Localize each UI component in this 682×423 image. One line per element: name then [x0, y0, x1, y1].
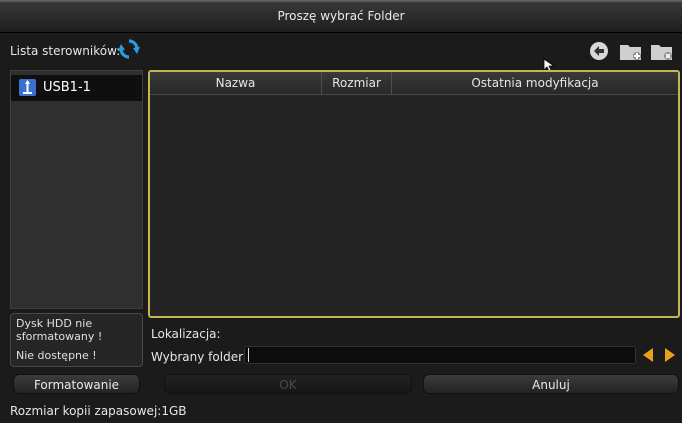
location-label: Lokalizacja: [151, 327, 221, 341]
dialog-title: Proszę wybrać Folder [277, 9, 405, 23]
refresh-icon[interactable] [118, 38, 140, 60]
status-text-line3: Nie dostępne ! [16, 349, 97, 362]
drive-item-usb1-1[interactable]: USB1-1 [11, 75, 142, 101]
file-table[interactable]: Nazwa Rozmiar Ostatnia modyfikacja [148, 70, 680, 318]
column-header-size[interactable]: Rozmiar [322, 72, 392, 94]
status-text-line2: sformatowany ! [16, 330, 103, 343]
usb-icon [19, 79, 36, 96]
back-icon[interactable] [589, 41, 609, 61]
table-header: Nazwa Rozmiar Ostatnia modyfikacja [150, 72, 678, 95]
new-folder-icon[interactable] [619, 41, 643, 61]
selected-folder-label: Wybrany folder: [151, 350, 247, 364]
hdd-status-panel: Dysk HDD nie sformatowany ! Nie dostępne… [10, 313, 143, 367]
driver-list-label: Lista sterowników: [10, 44, 121, 58]
status-text-line1: Dysk HDD nie [16, 317, 93, 330]
format-button[interactable]: Formatowanie [13, 374, 140, 394]
drive-list: USB1-1 [10, 70, 143, 309]
cancel-button[interactable]: Anuluj [423, 374, 679, 394]
selected-folder-input[interactable] [244, 346, 636, 364]
delete-folder-icon[interactable] [650, 41, 674, 61]
title-gloss [0, 0, 682, 4]
text-caret [248, 348, 249, 362]
dialog-title-bar: Proszę wybrać Folder [0, 0, 682, 33]
drive-label: USB1-1 [43, 80, 91, 95]
column-header-name[interactable]: Nazwa [150, 72, 322, 94]
column-header-modified[interactable]: Ostatnia modyfikacja [392, 72, 678, 94]
arrow-left-icon[interactable] [642, 347, 654, 363]
ok-button[interactable]: OK [164, 374, 412, 394]
arrow-right-icon[interactable] [664, 347, 676, 363]
backup-size-text: Rozmiar kopii zapasowej:1GB [10, 404, 187, 418]
